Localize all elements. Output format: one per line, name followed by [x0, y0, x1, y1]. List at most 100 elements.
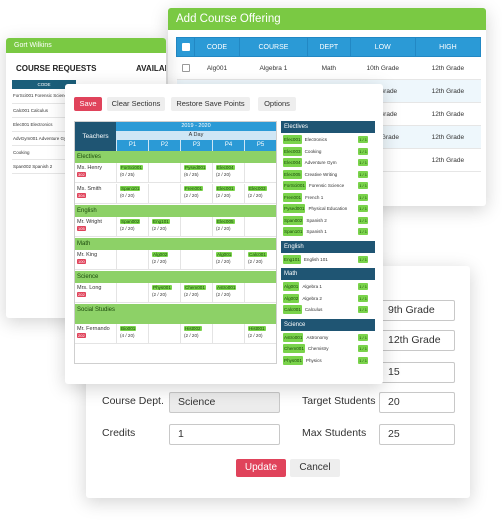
course-chip[interactable]: Fren001 [184, 186, 204, 191]
course-chip[interactable]: Alg001 [216, 252, 233, 257]
options-button[interactable]: Options [258, 97, 296, 111]
course-chip[interactable]: Span002 [120, 219, 141, 224]
save-button[interactable]: Save [74, 97, 102, 111]
course-chip[interactable]: Calc001 [248, 252, 267, 257]
course-chip[interactable]: Elec005 [216, 219, 235, 224]
course-chip[interactable]: Elec001 [216, 186, 235, 191]
course-chip[interactable]: Phys001 [152, 285, 172, 290]
course-list-item[interactable]: Elec003 Cooking 1 / 1 [283, 146, 373, 156]
schedule-slot[interactable] [180, 217, 212, 237]
select-all-checkbox[interactable] [175, 37, 196, 57]
schedule-slot[interactable] [148, 163, 180, 183]
low-grade-field[interactable]: 9th Grade [379, 300, 455, 321]
course-name: Algebra 2 [302, 295, 322, 301]
schedule-slot[interactable] [116, 283, 148, 303]
teacher-cell[interactable]: Mrs. Long 202 [75, 283, 116, 303]
schedule-slot[interactable]: Alg001 (2 / 20) [212, 250, 244, 270]
schedule-slot[interactable]: Elec001 (2 / 20) [212, 184, 244, 204]
course-name: Spanish 2 [306, 217, 327, 223]
schedule-slot[interactable]: Span101 (0 / 20) [116, 184, 148, 204]
course-chip[interactable]: Hist001 [248, 326, 266, 331]
period-header: P3 [180, 140, 212, 151]
section-header: Electives [75, 151, 117, 163]
course-chip[interactable]: Elec003 [248, 186, 267, 191]
credits-field[interactable]: 1 [169, 424, 280, 445]
course-dept-field[interactable]: Science [169, 392, 280, 413]
course-chip[interactable]: Hist002 [184, 326, 202, 331]
teacher-cell[interactable]: Mr. Fernando 202 [75, 324, 116, 344]
course-list-item[interactable]: Phys001 Physics 1 / 1 [283, 355, 373, 365]
room-badge: 202 [77, 292, 86, 297]
course-list-item[interactable]: Chem001 Chemistry 1 / 1 [283, 344, 373, 353]
restore-save-points-button[interactable]: Restore Save Points [171, 97, 250, 111]
course-list-item[interactable]: Astro001 Astronomy 1 / 1 [283, 332, 373, 342]
enrollment-count: (2 / 20) [216, 259, 231, 264]
course-name: Chemistry [307, 346, 329, 351]
schedule-slot[interactable]: Hist001 (2 / 20) [244, 324, 276, 344]
schedule-slot[interactable]: Pysed001 (6 / 25) [180, 163, 212, 183]
course-list-item[interactable]: Alg001 Algebra 1 1 / 1 [283, 282, 373, 291]
course-list-item[interactable]: Eng101 English 101 1 / 1 [283, 254, 373, 264]
enrollment-count: (2 / 20) [120, 226, 135, 231]
schedule-slot[interactable]: Elec004 (2 / 20) [212, 163, 244, 183]
course-code-chip: Astro001 [283, 332, 304, 342]
schedule-slot[interactable]: Calc001 (2 / 20) [244, 250, 276, 270]
schedule-slot[interactable]: Chem001 (2 / 20) [180, 283, 212, 303]
schedule-slot[interactable]: Elec005 (2 / 20) [212, 217, 244, 237]
schedule-slot[interactable]: Elec003 (2 / 20) [244, 184, 276, 204]
course-chip[interactable]: Chem001 [184, 285, 206, 290]
course-list-item[interactable]: Calc001 Calculus 1 / 1 [283, 305, 373, 314]
course-list-item[interactable]: Elec004 Adventure Gym 1 / 1 [283, 158, 373, 167]
course-chip[interactable]: ForSci001 [120, 165, 143, 170]
schedule-slot[interactable]: Astro001 (2 / 20) [212, 283, 244, 303]
course-name: English 101 [303, 256, 328, 262]
course-list-item[interactable]: Span101 Spanish 1 1 / 1 [283, 227, 373, 236]
schedule-slot[interactable]: Bio001 (4 / 20) [116, 324, 148, 344]
schedule-slot[interactable] [148, 184, 180, 204]
high-grade-field[interactable]: 12th Grade [379, 330, 455, 351]
course-chip[interactable]: Bio001 [120, 326, 137, 331]
course-list-item[interactable]: Pysed001 Physical Education 1 / 1 [283, 204, 373, 213]
max-students-field[interactable]: 25 [379, 424, 455, 445]
course-list-item[interactable]: Span002 Spanish 2 1 / 1 [283, 215, 373, 225]
schedule-slot[interactable]: Phys001 (2 / 20) [148, 283, 180, 303]
schedule-slot[interactable] [148, 324, 180, 344]
schedule-slot[interactable] [116, 250, 148, 270]
schedule-slot[interactable]: Fren001 (2 / 20) [180, 184, 212, 204]
teacher-cell[interactable]: Mr. Wright 105 [75, 217, 116, 237]
target-students-field[interactable]: 20 [379, 392, 455, 413]
course-list-item[interactable]: ForSci001 Forensic Science 1 / 1 [283, 181, 373, 190]
schedule-slot[interactable] [244, 217, 276, 237]
schedule-slot[interactable]: Span002 (2 / 20) [116, 217, 148, 237]
schedule-slot[interactable]: Eng101 (2 / 20) [148, 217, 180, 237]
teacher-cell[interactable]: Ms. Smith 304 [75, 184, 116, 204]
quantity-field[interactable]: 15 [379, 362, 455, 383]
table-row[interactable]: Alg001 Algebra 1 Math 10th Grade 12th Grade [176, 56, 481, 80]
update-button[interactable]: Update [236, 459, 286, 477]
course-chip[interactable]: Pysed001 [184, 165, 207, 170]
schedule-slot[interactable]: Alg002 (2 / 20) [148, 250, 180, 270]
schedule-slot[interactable]: Hist002 (2 / 20) [180, 324, 212, 344]
course-list-item[interactable]: Elec001 Electronics 1 / 1 [283, 135, 373, 144]
teacher-cell[interactable]: Mr. King 100 [75, 250, 116, 270]
row-checkbox[interactable] [176, 56, 195, 80]
schedule-slot[interactable] [244, 163, 276, 183]
course-group-header: Math [281, 268, 375, 280]
course-chip[interactable]: Span101 [120, 186, 141, 191]
course-chip[interactable]: Eng101 [152, 219, 170, 224]
course-list-item[interactable]: Fren001 French 1 1 / 1 [283, 192, 373, 202]
schedule-slot[interactable] [212, 324, 244, 344]
course-chip[interactable]: Elec004 [216, 165, 235, 170]
clear-sections-button[interactable]: Clear Sections [107, 97, 165, 111]
course-name: Physical Education [308, 206, 348, 211]
course-list-item[interactable]: Alg002 Algebra 2 1 / 1 [283, 293, 373, 303]
schedule-slot[interactable] [244, 283, 276, 303]
course-chip[interactable]: Astro001 [216, 285, 237, 290]
teacher-cell[interactable]: Ms. Henry 302 [75, 163, 116, 183]
schedule-slot[interactable] [180, 250, 212, 270]
course-chip[interactable]: Alg002 [152, 252, 169, 257]
course-list-item[interactable]: Elec005 Creative Writing 1 / 1 [283, 169, 373, 179]
schedule-slot[interactable]: ForSci001 (0 / 25) [116, 163, 148, 183]
enrollment-count: (2 / 20) [184, 292, 199, 297]
cancel-button[interactable]: Cancel [290, 459, 340, 477]
